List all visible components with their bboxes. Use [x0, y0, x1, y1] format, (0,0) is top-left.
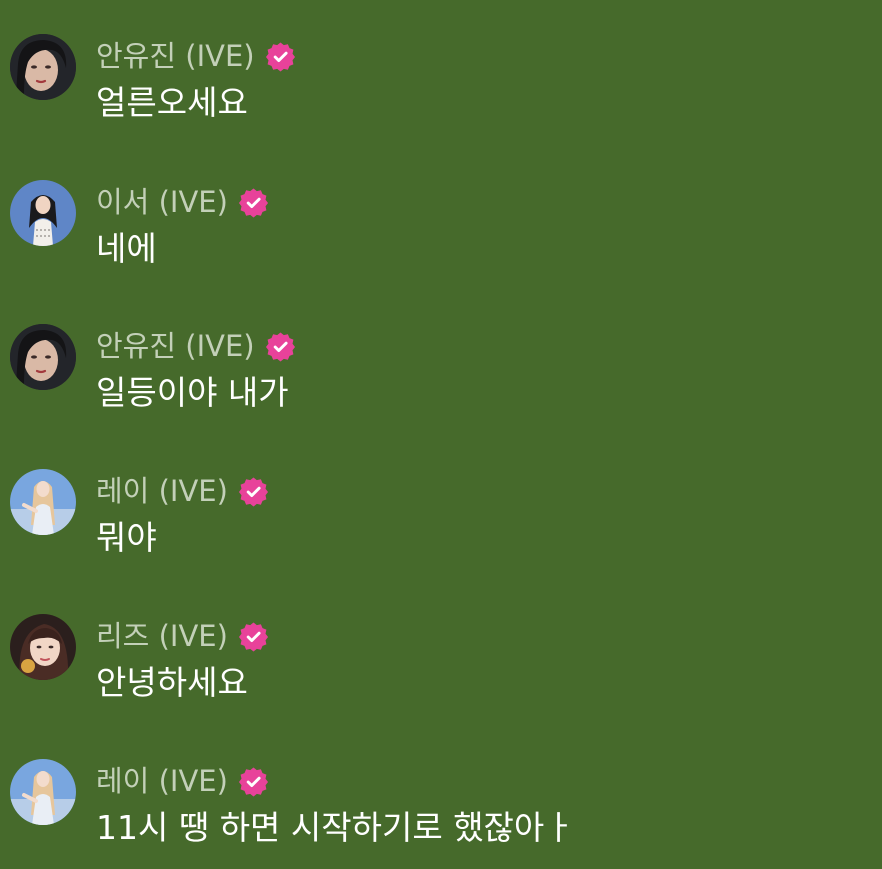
avatar-anyujin[interactable] [10, 34, 76, 100]
avatar-rei[interactable] [10, 469, 76, 535]
verified-badge-icon [265, 41, 296, 72]
message-text: 네에 [96, 229, 157, 268]
author-row: 안유진 (IVE) [96, 36, 296, 76]
avatar-image [10, 759, 76, 825]
author-name[interactable]: 레이 (IVE) [96, 471, 228, 511]
chat-message: 레이 (IVE) 11시 땡 하면 시작하기로 했잖아ㅏ [0, 759, 882, 869]
avatar-image [10, 34, 76, 100]
author-row: 안유진 (IVE) [96, 326, 296, 366]
chat-message: 안유진 (IVE) 일등이야 내가 [0, 324, 882, 434]
author-row: 이서 (IVE) [96, 182, 269, 222]
verified-badge-icon [265, 331, 296, 362]
avatar-image [10, 324, 76, 390]
author-name[interactable]: 레이 (IVE) [96, 761, 228, 801]
author-name[interactable]: 안유진 (IVE) [96, 36, 255, 76]
author-row: 레이 (IVE) [96, 761, 269, 801]
avatar-rei[interactable] [10, 759, 76, 825]
avatar-liz[interactable] [10, 614, 76, 680]
message-text: 얼른오세요 [96, 83, 248, 122]
chat-message: 안유진 (IVE) 얼른오세요 [0, 34, 882, 144]
avatar-image [10, 180, 76, 246]
chat-message: 리즈 (IVE) 안녕하세요 [0, 614, 882, 724]
verified-badge-icon [238, 476, 269, 507]
chat-message-list: 안유진 (IVE) 얼른오세요 이서 (IVE) 네에 안유진 (IVE) 일등… [0, 0, 882, 869]
avatar-image [10, 614, 76, 680]
verified-badge-icon [238, 766, 269, 797]
avatar-leeseo[interactable] [10, 180, 76, 246]
author-name[interactable]: 안유진 (IVE) [96, 326, 255, 366]
author-name[interactable]: 이서 (IVE) [96, 182, 228, 222]
message-text: 안녕하세요 [96, 663, 248, 702]
chat-message: 이서 (IVE) 네에 [0, 180, 882, 290]
chat-message: 레이 (IVE) 뭐야 [0, 469, 882, 579]
author-name[interactable]: 리즈 (IVE) [96, 616, 228, 656]
message-text: 11시 땡 하면 시작하기로 했잖아ㅏ [96, 808, 575, 847]
avatar-anyujin[interactable] [10, 324, 76, 390]
author-row: 리즈 (IVE) [96, 616, 269, 656]
message-text: 뭐야 [96, 518, 157, 557]
message-text: 일등이야 내가 [96, 373, 289, 412]
verified-badge-icon [238, 187, 269, 218]
verified-badge-icon [238, 621, 269, 652]
avatar-image [10, 469, 76, 535]
author-row: 레이 (IVE) [96, 471, 269, 511]
